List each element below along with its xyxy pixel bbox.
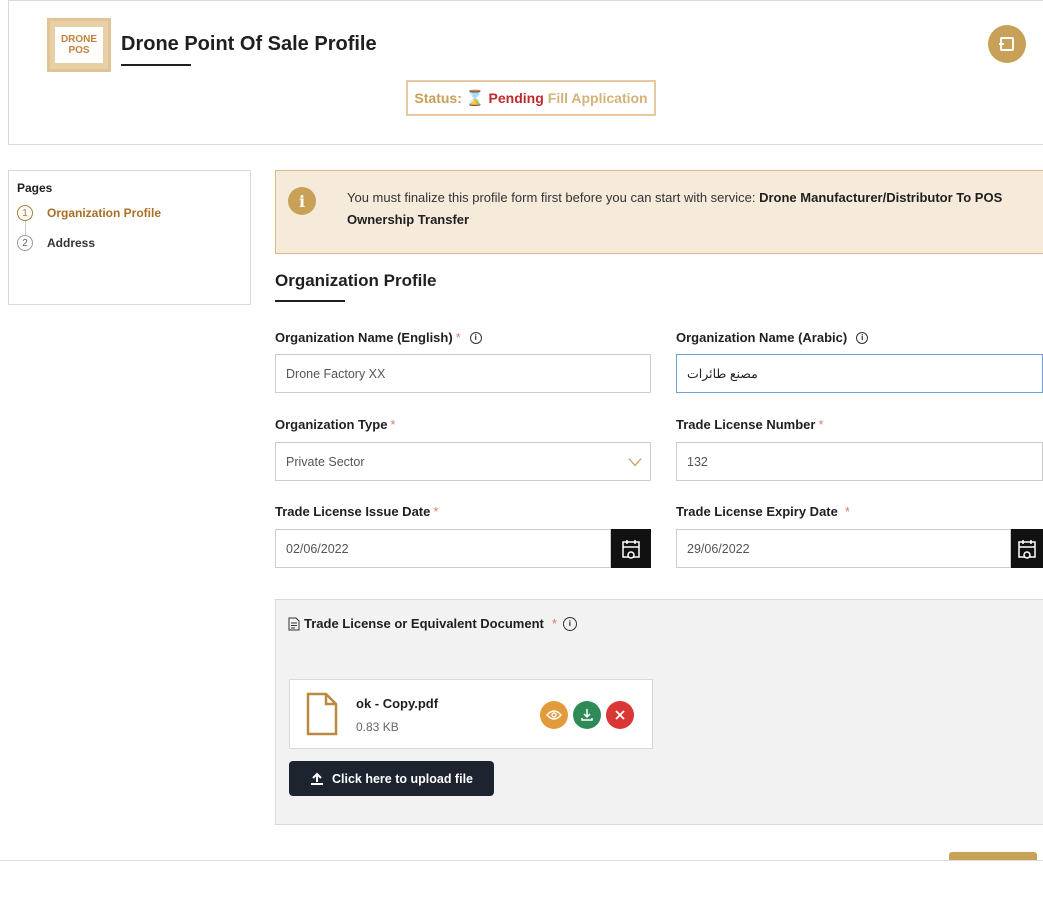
org-name-en-input[interactable]: Drone Factory XX — [275, 354, 651, 393]
expiry-date-label-text: Trade License Expiry Date — [676, 504, 838, 519]
expiry-date-input[interactable]: 29/06/2022 — [676, 529, 1011, 568]
issue-date-calendar-button[interactable] — [611, 529, 651, 568]
org-type-label-text: Organization Type — [275, 417, 388, 432]
section-title: Organization Profile — [275, 271, 437, 290]
sidebar-item-address[interactable]: 2 Address — [17, 235, 242, 251]
info-icon[interactable]: i — [469, 331, 482, 344]
banner-message: You must finalize this profile form firs… — [347, 187, 1027, 231]
eye-icon — [546, 710, 562, 720]
upload-icon — [311, 772, 323, 785]
next-button[interactable] — [949, 852, 1037, 860]
status-detail: Fill Application — [547, 90, 648, 106]
close-icon — [615, 710, 625, 720]
status-value: Pending — [488, 90, 544, 106]
upload-button-label: Click here to upload file — [332, 771, 473, 786]
org-name-en-label: Organization Name (English) * i — [275, 330, 482, 345]
org-name-ar-label: Organization Name (Arabic) i — [676, 330, 869, 345]
org-name-en-value: Drone Factory XX — [286, 366, 386, 381]
upload-label: Trade License or Equivalent Document * i — [288, 616, 577, 631]
sidebar-item-label: Address — [47, 236, 96, 250]
pages-sidebar: Pages 1 Organization Profile 2 Address — [8, 170, 251, 305]
section-underline — [275, 300, 345, 302]
step-number: 1 — [17, 205, 33, 221]
document-upload-panel: Trade License or Equivalent Document * i… — [275, 599, 1043, 825]
issue-date-input[interactable]: 02/06/2022 — [275, 529, 611, 568]
required-mark: * — [390, 417, 396, 432]
info-icon[interactable]: i — [562, 616, 577, 631]
calendar-icon — [622, 539, 640, 559]
back-button[interactable] — [988, 25, 1026, 63]
logo-line-2: POS — [68, 45, 90, 56]
expiry-date-value: 29/06/2022 — [687, 541, 750, 556]
document-icon — [288, 617, 300, 630]
download-icon — [581, 709, 593, 721]
step-number: 2 — [17, 235, 33, 251]
banner-text: You must finalize this profile form firs… — [347, 190, 756, 205]
header-card: DRONE POS Drone Point Of Sale Profile St… — [8, 0, 1043, 145]
upload-file-button[interactable]: Click here to upload file — [289, 761, 494, 796]
logo-line-1: DRONE — [60, 34, 98, 45]
download-file-button[interactable] — [573, 701, 601, 729]
org-name-ar-value: مصنع طائرات — [687, 367, 758, 381]
sidebar-title: Pages — [17, 181, 53, 195]
required-mark: * — [455, 330, 461, 345]
view-file-button[interactable] — [540, 701, 568, 729]
trade-license-number-label-text: Trade License Number — [676, 417, 816, 432]
trade-license-number-value: 132 — [687, 454, 708, 469]
sidebar-item-organization-profile[interactable]: 1 Organization Profile — [17, 205, 242, 221]
chevron-down-icon — [628, 458, 642, 467]
org-name-ar-label-text: Organization Name (Arabic) — [676, 330, 848, 345]
info-icon[interactable]: i — [856, 331, 869, 344]
required-mark: * — [818, 417, 824, 432]
delete-file-button[interactable] — [606, 701, 634, 729]
expiry-date-calendar-button[interactable] — [1011, 529, 1043, 568]
trade-license-number-input[interactable]: 132 — [676, 442, 1043, 481]
back-icon — [999, 37, 1014, 51]
status-label: Status: — [414, 90, 462, 106]
file-size: 0.83 KB — [356, 720, 399, 734]
title-underline — [121, 64, 191, 66]
org-name-en-label-text: Organization Name (English) — [275, 330, 453, 345]
issue-date-label-text: Trade License Issue Date — [275, 504, 431, 519]
drone-pos-logo: DRONE POS — [47, 18, 111, 72]
org-type-label: Organization Type * — [275, 417, 396, 432]
required-mark: * — [551, 616, 557, 631]
info-icon: i — [288, 187, 316, 215]
calendar-icon — [1018, 539, 1036, 559]
org-type-select[interactable]: Private Sector — [275, 442, 651, 481]
file-icon — [306, 692, 338, 736]
org-type-value: Private Sector — [286, 454, 365, 469]
info-banner: i You must finalize this profile form fi… — [275, 170, 1043, 254]
upload-label-text: Trade License or Equivalent Document — [304, 616, 544, 631]
uploaded-file-card: ok - Copy.pdf 0.83 KB — [289, 679, 653, 749]
sidebar-item-label: Organization Profile — [47, 206, 162, 220]
page-title: Drone Point Of Sale Profile — [121, 33, 377, 55]
issue-date-label: Trade License Issue Date * — [275, 504, 438, 519]
status-badge: Status: ⌛ Pending Fill Application — [406, 80, 656, 116]
required-mark: * — [844, 504, 850, 519]
issue-date-value: 02/06/2022 — [286, 541, 349, 556]
required-mark: * — [433, 504, 439, 519]
expiry-date-label: Trade License Expiry Date * — [676, 504, 850, 519]
footer-divider — [0, 860, 1043, 861]
org-name-ar-input[interactable]: مصنع طائرات — [676, 354, 1043, 393]
step-connector — [25, 221, 26, 235]
file-name: ok - Copy.pdf — [356, 696, 439, 711]
trade-license-number-label: Trade License Number * — [676, 417, 824, 432]
hourglass-icon: ⌛ — [465, 90, 485, 107]
